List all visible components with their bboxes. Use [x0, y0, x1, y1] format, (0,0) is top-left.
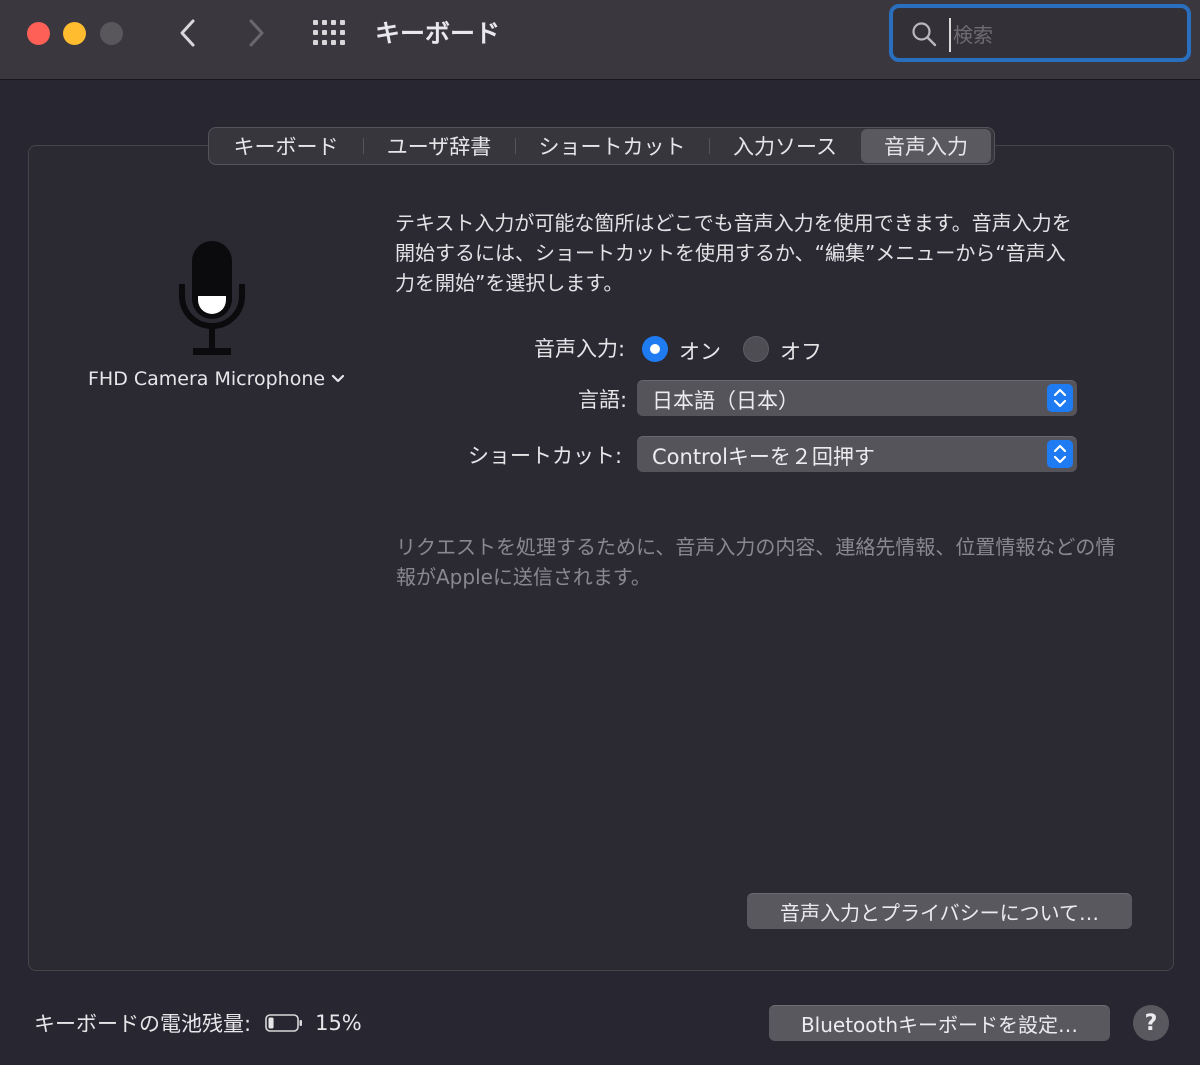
search-input[interactable] [949, 18, 1175, 52]
forward-arrow-icon[interactable] [240, 14, 274, 52]
setup-bluetooth-keyboard-button[interactable]: Bluetoothキーボードを設定… [769, 1005, 1110, 1041]
help-button[interactable]: ? [1133, 1005, 1169, 1041]
tab-dictation[interactable]: 音声入力 [861, 129, 991, 163]
dictation-on-radio[interactable] [642, 336, 668, 362]
dictation-toggle-label: 音声入力: [534, 337, 626, 361]
privacy-info-button[interactable]: 音声入力とプライバシーについて… [747, 893, 1132, 929]
language-select-value: 日本語（日本） [652, 389, 799, 413]
dictation-on-label[interactable]: オン [679, 336, 721, 366]
battery-status: キーボードの電池残量: 15% [34, 1008, 362, 1038]
privacy-notice: リクエストを処理するために、音声入力の内容、連絡先情報、位置情報などの情報がAp… [396, 535, 1116, 589]
search-icon [912, 22, 937, 47]
dictation-off-label[interactable]: オフ [780, 336, 822, 366]
shortcut-select-value: Controlキーを２回押す [652, 445, 875, 469]
popup-stepper-icon [1047, 384, 1073, 412]
minimize-window-button[interactable] [63, 22, 86, 45]
tab-user-dictionary[interactable]: ユーザ辞書 [363, 129, 515, 163]
shortcut-select[interactable]: Controlキーを２回押す [637, 436, 1077, 472]
language-label: 言語: [578, 388, 628, 412]
search-field[interactable] [889, 4, 1191, 62]
tab-input-sources[interactable]: 入力ソース [709, 129, 861, 163]
popup-stepper-icon [1047, 440, 1073, 468]
window-title: キーボード [375, 19, 501, 48]
title-bar: キーボード [0, 0, 1200, 80]
show-all-grid-icon[interactable] [312, 19, 348, 47]
microphone-selector[interactable]: FHD Camera Microphone [88, 368, 345, 390]
zoom-window-button[interactable] [100, 22, 123, 45]
dictation-off-radio[interactable] [743, 336, 769, 362]
chevron-down-icon [331, 374, 345, 383]
battery-percent: 15% [315, 1011, 362, 1035]
dictation-description: テキスト入力が可能な箇所はどこでも音声入力を使用できます。音声入力を開始するには… [395, 211, 1072, 295]
battery-icon [265, 1014, 303, 1032]
close-window-button[interactable] [27, 22, 50, 45]
microphone-icon [179, 241, 245, 355]
tab-keyboard[interactable]: キーボード [209, 129, 363, 163]
back-arrow-icon[interactable] [172, 14, 206, 52]
microphone-selector-label: FHD Camera Microphone [88, 368, 326, 390]
battery-label: キーボードの電池残量: [34, 1012, 252, 1036]
language-select[interactable]: 日本語（日本） [637, 380, 1077, 416]
tab-shortcuts[interactable]: ショートカット [515, 129, 709, 163]
tab-bar: キーボード ユーザ辞書 ショートカット 入力ソース 音声入力 [208, 127, 995, 165]
shortcut-label: ショートカット: [468, 444, 623, 468]
